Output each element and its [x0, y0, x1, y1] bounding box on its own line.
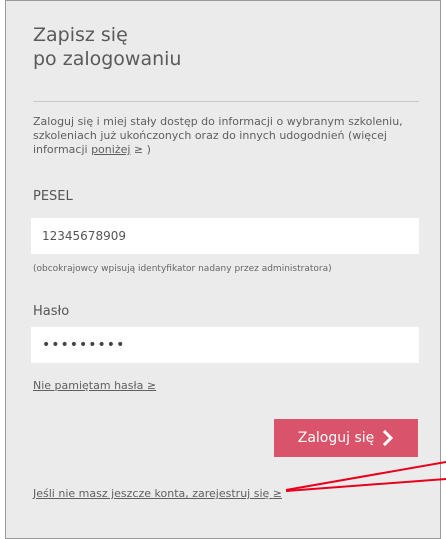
login-button-label: Zaloguj się	[297, 430, 375, 446]
title-divider	[33, 101, 419, 102]
password-label: Hasło	[33, 304, 70, 319]
register-link-arrow: ≥	[272, 487, 282, 500]
info-suffix: ≥ )	[130, 143, 151, 156]
login-button[interactable]: Zaloguj się	[274, 419, 418, 457]
pesel-hint: (obcokrajowcy wpisują identyfikator nada…	[33, 264, 332, 274]
register-link[interactable]: Jeśli nie masz jeszcze konta, zarejestru…	[33, 487, 282, 500]
pesel-label: PESEL	[33, 189, 73, 204]
info-more-link[interactable]: poniżej	[91, 143, 130, 156]
info-text: Zaloguj się i miej stały dostęp do infor…	[33, 115, 403, 157]
info-body: Zaloguj się i miej stały dostęp do infor…	[33, 115, 403, 156]
title-line-1: Zapisz się	[33, 24, 128, 46]
login-panel: Zapisz się po zalogowaniu Zaloguj się i …	[5, 0, 441, 539]
register-link-label: Jeśli nie masz jeszcze konta, zarejestru…	[33, 487, 270, 500]
forgot-password-link[interactable]: Nie pamiętam hasła ≥	[33, 379, 156, 392]
pesel-input[interactable]	[31, 218, 419, 254]
chevron-right-icon	[383, 430, 394, 446]
title-line-2: po zalogowaniu	[33, 48, 182, 70]
password-input[interactable]: •••••••••	[31, 327, 419, 363]
forgot-password-label: Nie pamiętam hasła	[33, 379, 144, 392]
forgot-password-arrow: ≥	[146, 379, 157, 392]
page-title: Zapisz się po zalogowaniu	[33, 23, 333, 71]
